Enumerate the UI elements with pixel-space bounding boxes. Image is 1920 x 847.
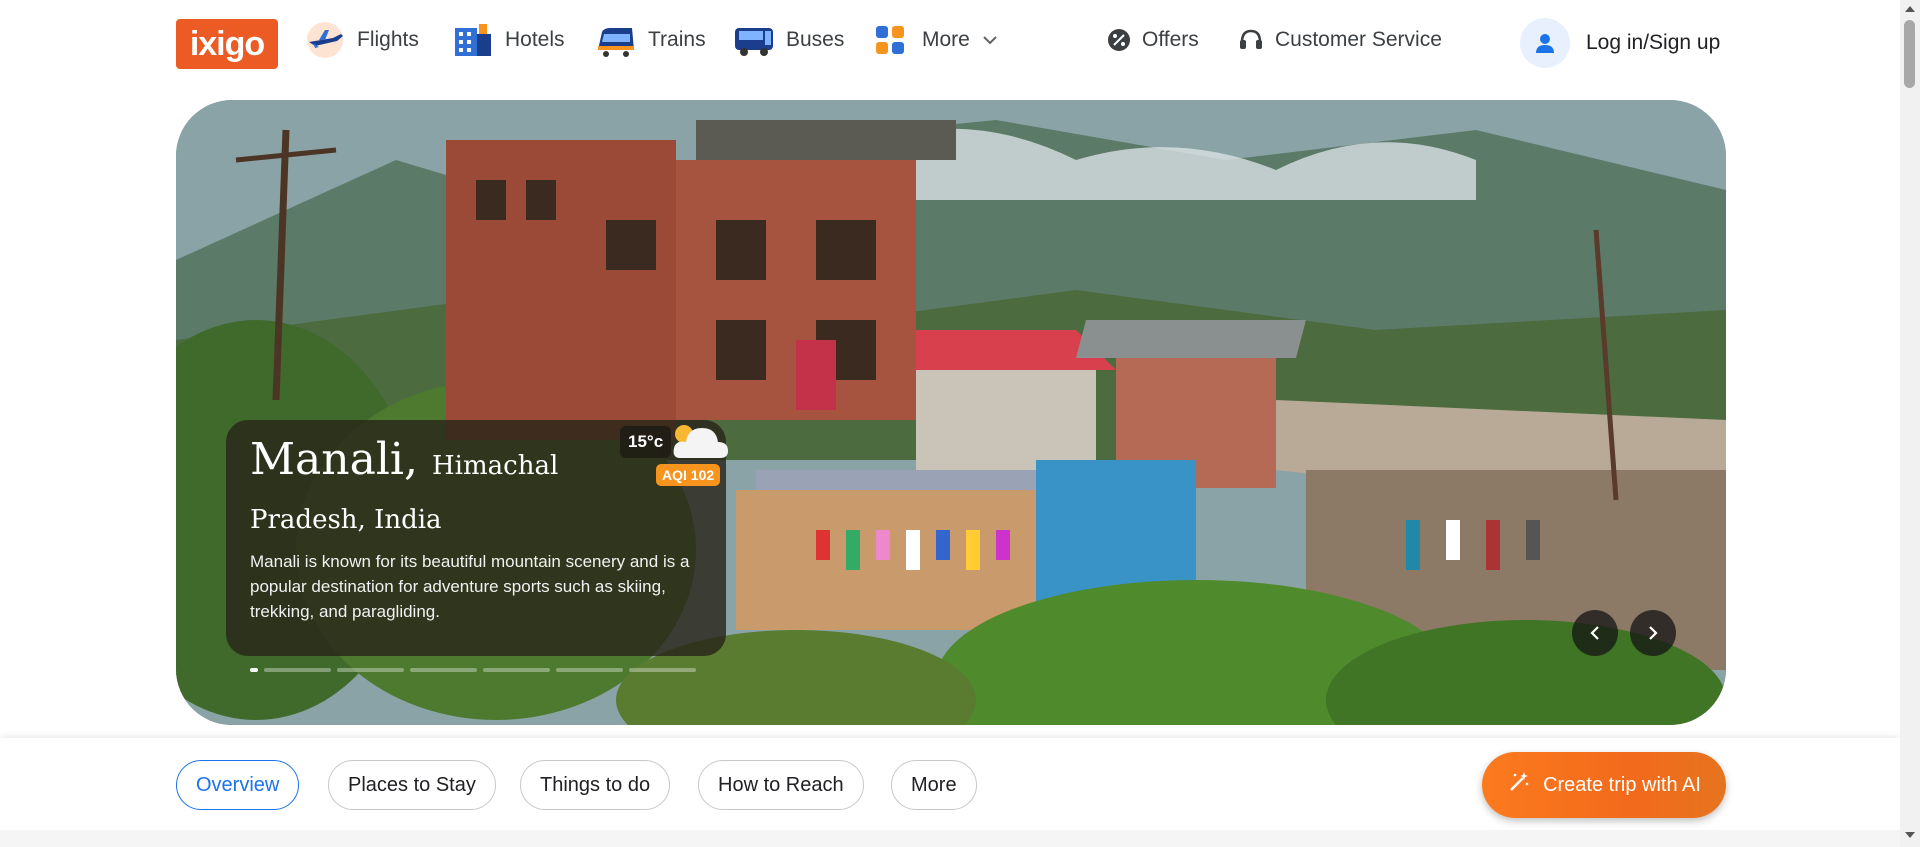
bus-icon <box>732 20 776 60</box>
nav-flights-label: Flights <box>357 28 419 51</box>
tab-things-to-do[interactable]: Things to do <box>520 760 671 810</box>
aqi-label: AQI <box>662 467 687 483</box>
nav-offers-label: Offers <box>1142 28 1199 51</box>
tab-overview[interactable]: Overview <box>176 760 300 810</box>
nav-trains-label: Trains <box>648 28 706 51</box>
city-name: Manali, <box>250 434 418 485</box>
user-avatar-icon <box>1520 18 1570 68</box>
scroll-up-arrow-icon[interactable] <box>1905 6 1915 12</box>
temperature: 15°c <box>620 426 672 458</box>
cloud-sun-icon <box>666 414 732 471</box>
nav-flights[interactable]: Flights <box>303 18 419 62</box>
slide-indicator[interactable] <box>250 668 258 672</box>
tab-more[interactable]: More <box>891 760 977 810</box>
next-slide-button[interactable] <box>1630 610 1676 656</box>
offers-icon <box>1106 27 1132 53</box>
nav-buses-label: Buses <box>786 28 845 51</box>
nav-offers[interactable]: Offers <box>1106 18 1199 62</box>
slide-indicator[interactable] <box>264 668 331 672</box>
slide-indicator[interactable] <box>629 668 696 672</box>
aqi-value: 102 <box>690 467 715 483</box>
login-label: Log in/Sign up <box>1586 31 1721 54</box>
prev-slide-button[interactable] <box>1572 610 1618 656</box>
nav-hotels-label: Hotels <box>505 28 565 51</box>
weather-widget: 15°c AQI 102 <box>620 414 740 490</box>
headset-icon <box>1237 26 1265 54</box>
section-tab-bar: Overview Places to Stay Things to do How… <box>0 738 1900 830</box>
nav-hotels[interactable]: Hotels <box>451 18 565 62</box>
page-scrollbar[interactable] <box>1900 0 1920 847</box>
chevron-left-icon <box>1590 626 1599 640</box>
grid-icon <box>868 20 912 60</box>
hero-banner: Manali, Himachal Pradesh, India Manali i… <box>176 100 1726 725</box>
page-bottom-band <box>0 830 1900 847</box>
slide-progress <box>250 668 696 672</box>
nav-customer-service-label: Customer Service <box>1275 28 1442 51</box>
create-trip-ai-button[interactable]: Create trip with AI <box>1482 752 1726 818</box>
destination-description: Manali is known for its beautiful mounta… <box>250 551 690 621</box>
country-name: Pradesh, India <box>250 504 442 535</box>
top-header: ixigo Flights Hotels Trains Buses More O… <box>0 0 1900 100</box>
scroll-down-arrow-icon[interactable] <box>1905 832 1915 838</box>
train-icon <box>594 20 638 60</box>
create-trip-label: Create trip with AI <box>1543 773 1701 796</box>
slide-indicator[interactable] <box>410 668 477 672</box>
region-name: Himachal <box>432 451 559 481</box>
nav-more[interactable]: More <box>868 18 1000 62</box>
tab-places-to-stay[interactable]: Places to Stay <box>328 760 496 810</box>
nav-more-label: More <box>922 28 970 51</box>
slide-indicator[interactable] <box>337 668 404 672</box>
ixigo-logo[interactable]: ixigo <box>176 19 278 69</box>
nav-customer-service[interactable]: Customer Service <box>1237 18 1442 62</box>
plane-icon <box>303 20 347 60</box>
tab-how-to-reach[interactable]: How to Reach <box>698 760 864 810</box>
magic-wand-icon <box>1507 770 1531 800</box>
aqi-badge: AQI 102 <box>656 464 721 486</box>
scrollbar-thumb[interactable] <box>1904 20 1915 88</box>
slide-indicator[interactable] <box>483 668 550 672</box>
slide-indicator[interactable] <box>556 668 623 672</box>
login-signup-button[interactable]: Log in/Sign up <box>1520 18 1720 68</box>
nav-trains[interactable]: Trains <box>594 18 706 62</box>
chevron-down-icon <box>980 30 1000 50</box>
hotel-icon <box>451 20 495 60</box>
nav-buses[interactable]: Buses <box>732 18 844 62</box>
chevron-right-icon <box>1649 626 1658 640</box>
